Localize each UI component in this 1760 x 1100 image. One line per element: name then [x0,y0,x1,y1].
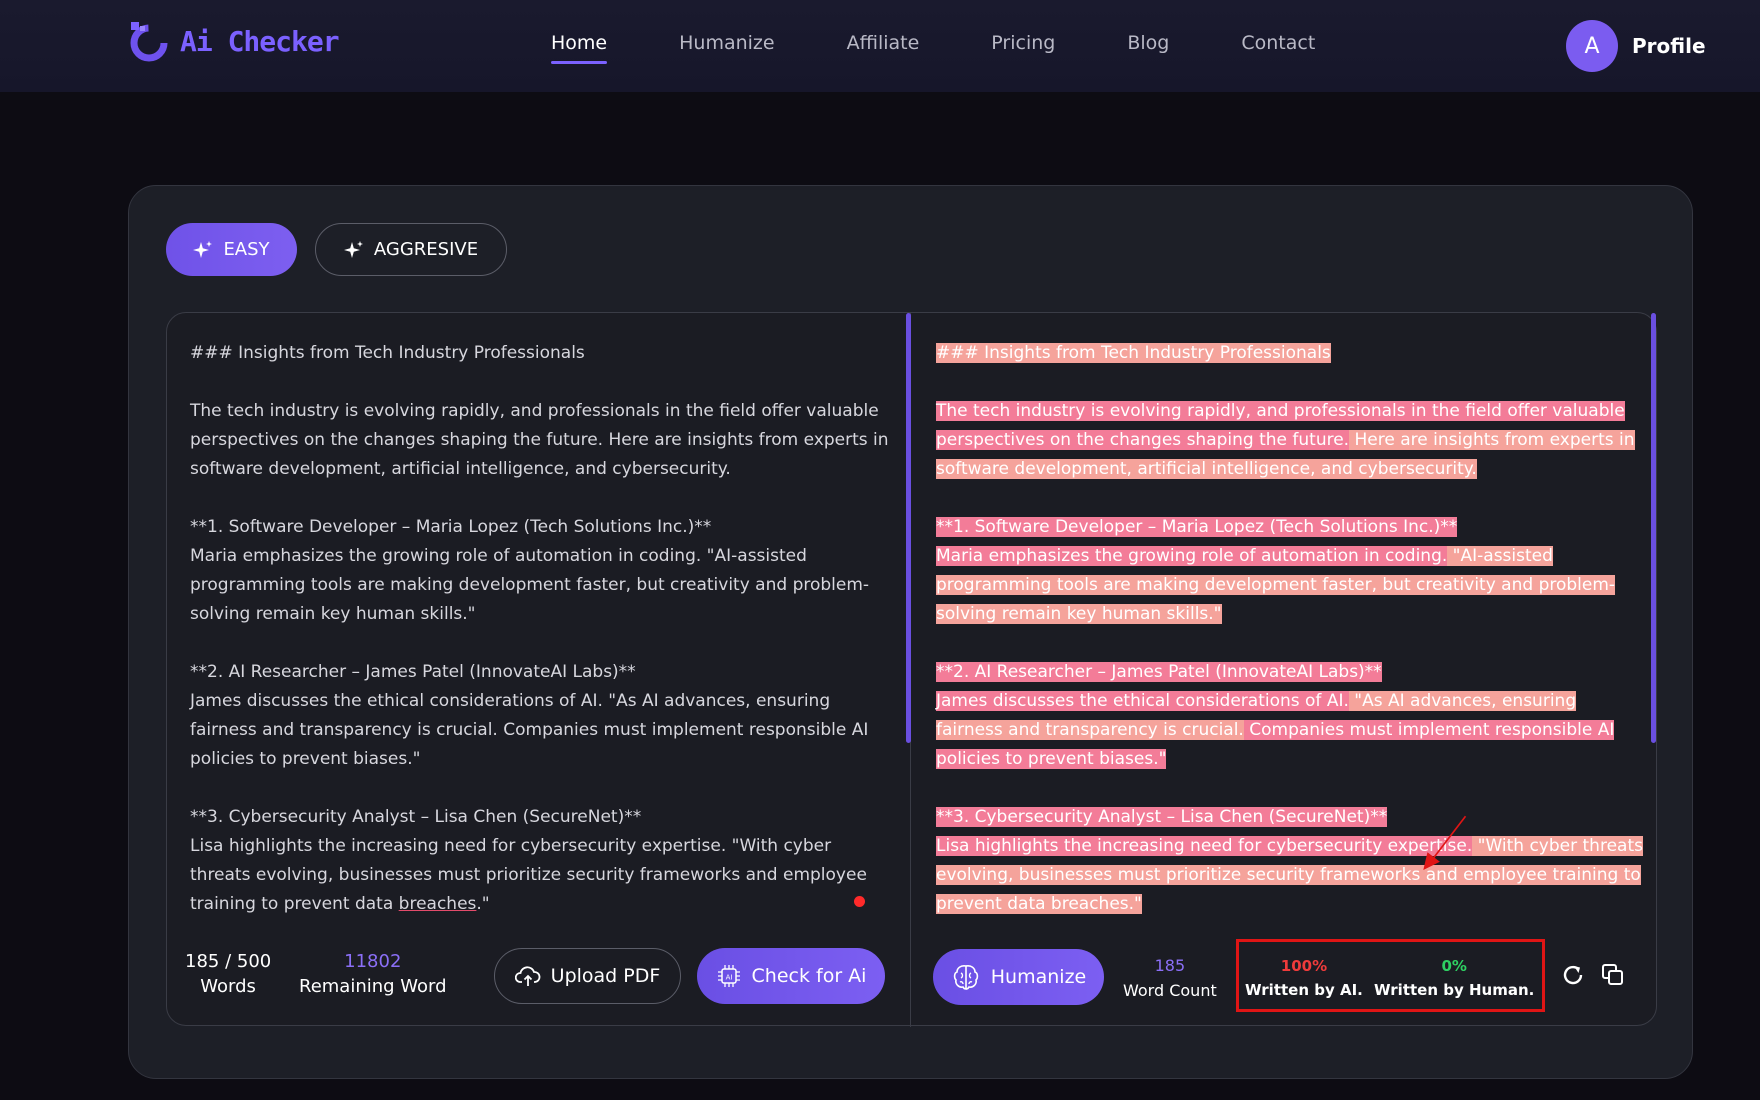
input-s3-body-a: Lisa highlights the increasing need for … [190,836,867,914]
upload-cloud-icon [514,966,541,986]
logo-text: Ai Checker [180,24,340,58]
output-word-count-label: Word Count [1123,981,1217,1000]
remaining-words-stat: 11802 Remaining Word [299,949,447,999]
refresh-icon[interactable] [1560,962,1586,988]
sparkle-icon [193,240,213,258]
input-s1-body: Maria emphasizes the growing role of aut… [190,546,870,624]
nav-affiliate[interactable]: Affiliate [847,32,920,64]
logo[interactable]: Ai Checker [126,18,340,64]
avatar[interactable]: A [1566,20,1618,72]
upload-pdf-button[interactable]: Upload PDF [494,948,681,1004]
ai-highlight-span: Maria emphasizes the growing role of aut… [936,546,1448,566]
grammar-indicator-dot[interactable] [854,896,865,907]
ai-highlight-span: James discusses the ethical consideratio… [936,691,1349,711]
output-section-1: **1. Software Developer – Maria Lopez (T… [936,513,1646,629]
human-score-label: Written by Human. [1374,981,1535,999]
output-result-text: ### Insights from Tech Industry Professi… [936,339,1646,948]
output-heading: ### Insights from Tech Industry Professi… [936,339,1646,368]
output-word-count-stat: 185 Word Count [1123,953,1217,1003]
word-count-stat: 185 / 500 Words [185,949,271,999]
human-percent: 0% [1441,957,1467,975]
word-count-label: Words [200,976,256,997]
input-s2-title: **2. AI Researcher – James Patel (Innova… [190,662,636,682]
input-s3-body-c: ." [476,894,490,914]
ai-percent: 100% [1280,957,1328,975]
input-s2-body: James discusses the ethical consideratio… [190,691,869,769]
mode-easy-label: EASY [223,239,270,260]
input-section-2: **2. AI Researcher – James Patel (Innova… [190,658,890,774]
editor-panel: ### Insights from Tech Industry Professi… [166,312,1657,1027]
input-section-1: **1. Software Developer – Maria Lopez (T… [190,513,890,629]
detection-result-box: 100% Written by AI. 0% Written by Human. [1236,939,1545,1012]
output-scrollbar[interactable] [1651,313,1656,743]
checker-card: EASY AGGRESIVE ### Insights from Tech In… [128,185,1693,1079]
sparkle-icon [343,240,363,258]
input-s3-title: **3. Cybersecurity Analyst – Lisa Chen (… [190,807,642,827]
output-word-count-value: 185 [1154,956,1186,975]
output-intro: The tech industry is evolving rapidly, a… [936,397,1646,484]
svg-text:AI: AI [725,974,732,982]
mode-aggressive-label: AGGRESIVE [373,239,479,260]
input-textarea[interactable]: ### Insights from Tech Industry Professi… [190,339,890,948]
check-for-ai-label: Check for Ai [751,965,867,987]
check-for-ai-button[interactable]: AI Check for Ai [697,948,885,1004]
input-s1-title: **1. Software Developer – Maria Lopez (T… [190,517,712,537]
output-section-3: **3. Cybersecurity Analyst – Lisa Chen (… [936,803,1646,919]
ai-highlight-span: **2. AI Researcher – James Patel (Innova… [936,662,1382,682]
profile-label[interactable]: Profile [1632,34,1706,58]
ai-chip-icon: AI [717,965,740,987]
mode-easy-button[interactable]: EASY [166,223,297,276]
input-scrollbar[interactable] [906,313,911,743]
upload-pdf-label: Upload PDF [550,965,661,987]
nav-pricing[interactable]: Pricing [991,32,1055,64]
nav-contact[interactable]: Contact [1241,32,1315,64]
copy-icon[interactable] [1600,962,1626,988]
input-intro: The tech industry is evolving rapidly, a… [190,401,889,479]
top-nav: Ai Checker Home Humanize Affiliate Prici… [0,0,1760,92]
humanize-label: Humanize [990,966,1087,988]
word-count-value: 185 / 500 [185,951,272,972]
input-section-3: **3. Cybersecurity Analyst – Lisa Chen (… [190,803,890,919]
logo-icon [130,22,168,62]
ai-score: 100% Written by AI. [1245,954,1363,1002]
spell-underline-word[interactable]: breaches [399,894,477,914]
ai-highlight-span: **3. Cybersecurity Analyst – Lisa Chen (… [936,807,1388,827]
remaining-words-label: Remaining Word [299,976,447,997]
highlight-span: ### Insights from Tech Industry Professi… [936,343,1331,363]
input-heading: ### Insights from Tech Industry Professi… [190,343,585,363]
main-menu: Home Humanize Affiliate Pricing Blog Con… [551,32,1387,64]
remaining-words-value: 11802 [344,951,402,972]
nav-home[interactable]: Home [551,32,608,64]
brain-icon [953,965,978,990]
ai-highlight-span: **1. Software Developer – Maria Lopez (T… [936,517,1458,537]
humanize-button[interactable]: Humanize [933,949,1104,1005]
mode-aggressive-button[interactable]: AGGRESIVE [315,223,507,276]
nav-blog[interactable]: Blog [1127,32,1169,64]
human-score: 0% Written by Human. [1374,954,1534,1002]
ai-score-label: Written by AI. [1245,981,1363,999]
output-section-2: **2. AI Researcher – James Patel (Innova… [936,658,1646,774]
ai-highlight-span: Lisa highlights the increasing need for … [936,836,1473,856]
nav-humanize[interactable]: Humanize [679,32,774,64]
profile-menu[interactable]: A Profile [1566,20,1706,72]
